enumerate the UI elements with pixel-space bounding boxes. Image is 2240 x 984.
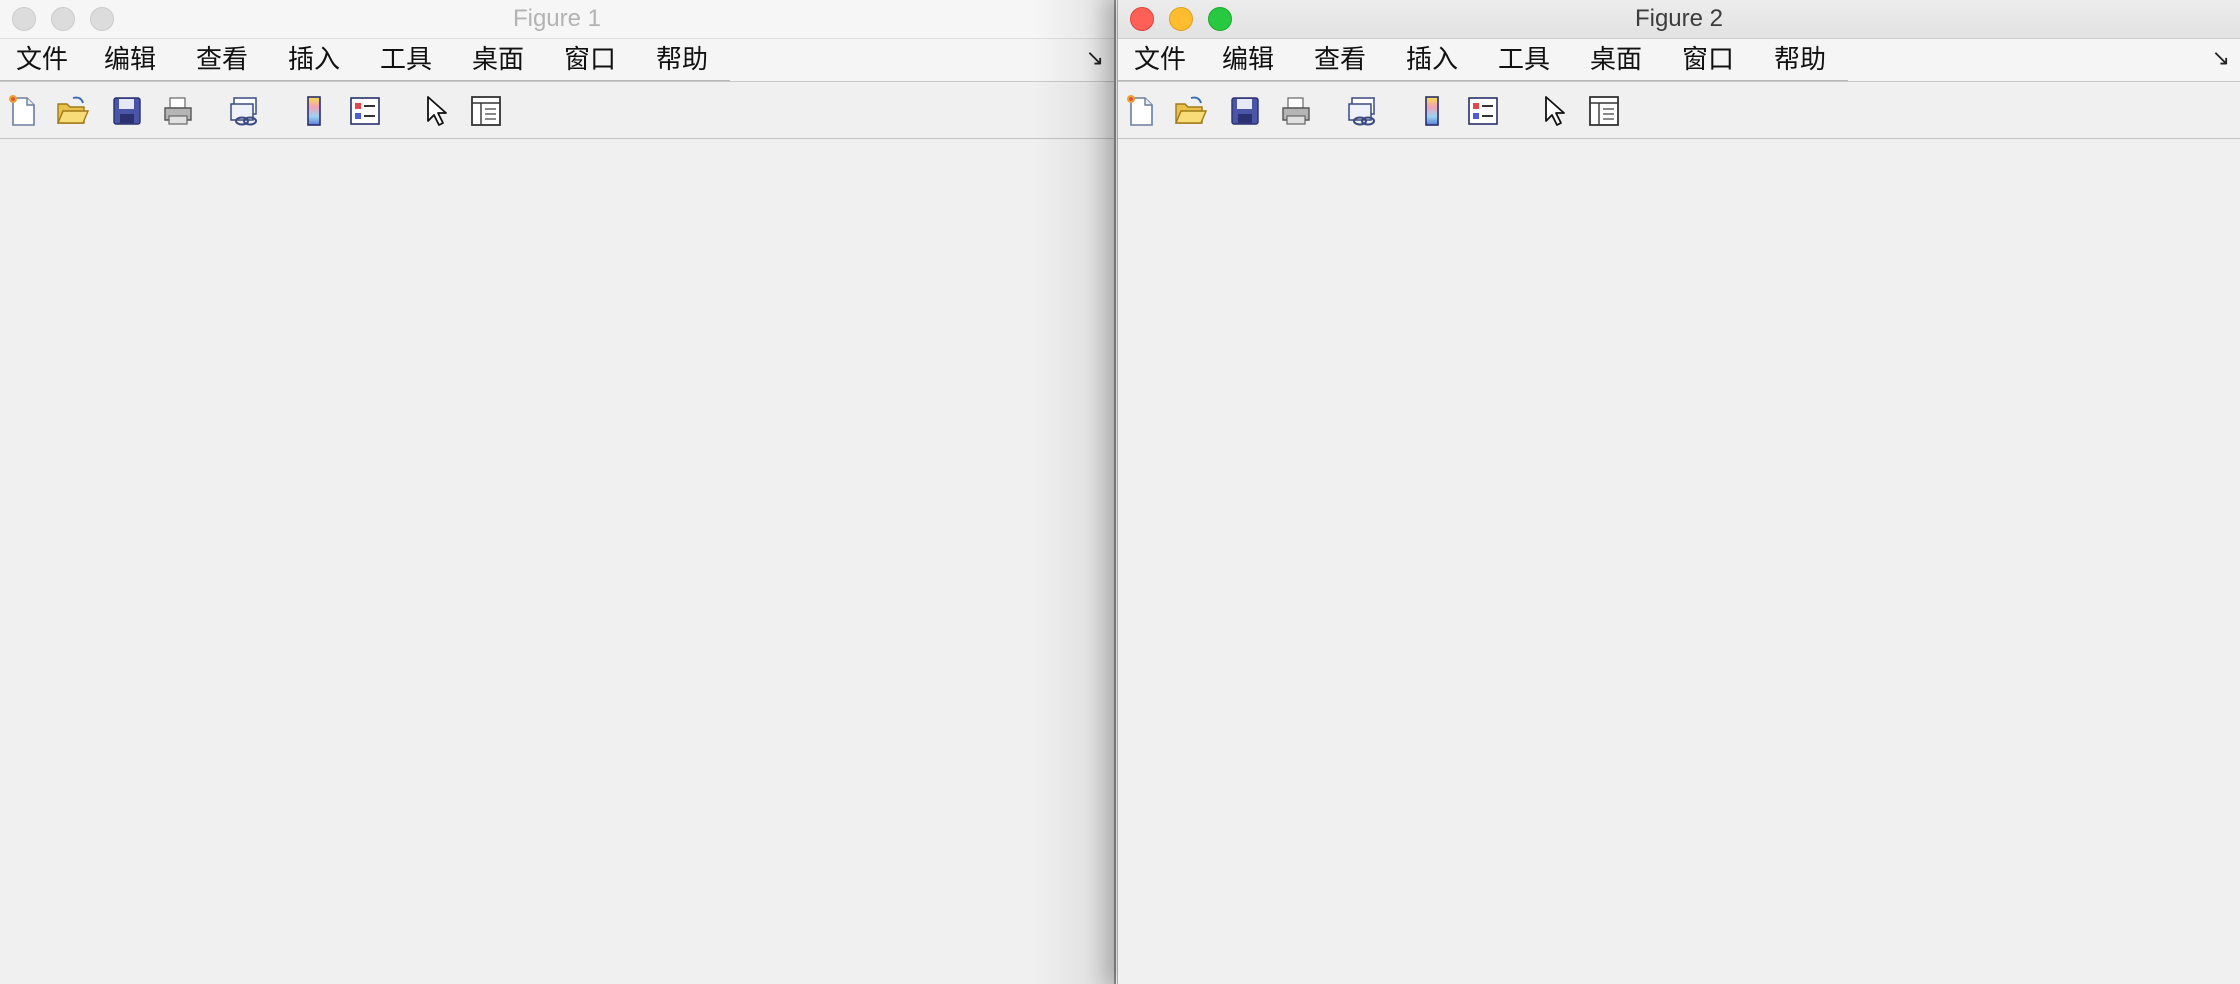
title-bar[interactable]: Figure 2	[1118, 0, 2240, 39]
dock-figure-icon[interactable]: ↘	[1086, 47, 1104, 71]
link-plot-icon[interactable]	[228, 94, 262, 128]
menu-help[interactable]: 帮助	[1754, 39, 1846, 81]
menu-view[interactable]: 查看	[1294, 39, 1386, 81]
property-inspector-icon[interactable]	[1587, 94, 1621, 128]
menu-edit[interactable]: 编辑	[1202, 39, 1294, 81]
new-figure-icon[interactable]	[6, 94, 40, 128]
print-icon[interactable]	[1279, 94, 1313, 128]
legend-icon[interactable]	[1466, 94, 1500, 128]
open-file-icon[interactable]	[1173, 94, 1207, 128]
open-file-icon[interactable]	[55, 94, 89, 128]
figure-2-window[interactable]: Figure 2 文件 编辑 查看 插入 工具 桌面 窗口 帮助 ↘	[1117, 0, 2240, 984]
menu-tools[interactable]: 工具	[360, 39, 452, 81]
menu-view[interactable]: 查看	[176, 39, 268, 81]
menu-tools[interactable]: 工具	[1478, 39, 1570, 81]
new-figure-icon[interactable]	[1124, 94, 1158, 128]
legend-icon[interactable]	[348, 94, 382, 128]
menu-desktop[interactable]: 桌面	[1570, 39, 1662, 81]
link-plot-icon[interactable]	[1346, 94, 1380, 128]
menu-insert[interactable]: 插入	[1386, 39, 1478, 81]
menu-bar: 文件 编辑 查看 插入 工具 桌面 窗口 帮助 ↘	[0, 39, 1114, 82]
figure-canvas[interactable]	[0, 139, 1114, 984]
dock-figure-icon[interactable]: ↘	[2212, 47, 2230, 71]
menu-insert[interactable]: 插入	[268, 39, 360, 81]
figure-1-window[interactable]: Figure 1 文件 编辑 查看 插入 工具 桌面 窗口 帮助 ↘	[0, 0, 1116, 984]
figure-toolbar	[0, 82, 1114, 139]
figure-canvas[interactable]	[1118, 139, 2240, 984]
window-title: Figure 1	[512, 5, 602, 32]
menu-edit[interactable]: 编辑	[84, 39, 176, 81]
title-bar[interactable]: Figure 1	[0, 0, 1114, 39]
pointer-icon[interactable]	[419, 94, 453, 128]
save-icon[interactable]	[1228, 94, 1262, 128]
menu-file[interactable]: 文件	[0, 39, 84, 81]
save-icon[interactable]	[110, 94, 144, 128]
colorbar-icon[interactable]	[297, 94, 331, 128]
figure-toolbar	[1118, 82, 2240, 139]
menu-file[interactable]: 文件	[1118, 39, 1202, 81]
property-inspector-icon[interactable]	[469, 94, 503, 128]
print-icon[interactable]	[161, 94, 195, 128]
menu-desktop[interactable]: 桌面	[452, 39, 544, 81]
desktop: Figure 1 文件 编辑 查看 插入 工具 桌面 窗口 帮助 ↘ Figur…	[0, 0, 2240, 984]
pointer-icon[interactable]	[1537, 94, 1571, 128]
colorbar-icon[interactable]	[1415, 94, 1449, 128]
menu-divider	[1118, 80, 1848, 81]
window-title: Figure 2	[1634, 5, 1724, 32]
menu-divider	[0, 80, 730, 81]
menu-window[interactable]: 窗口	[544, 39, 636, 81]
menu-bar: 文件 编辑 查看 插入 工具 桌面 窗口 帮助 ↘	[1118, 39, 2240, 82]
menu-window[interactable]: 窗口	[1662, 39, 1754, 81]
menu-help[interactable]: 帮助	[636, 39, 728, 81]
